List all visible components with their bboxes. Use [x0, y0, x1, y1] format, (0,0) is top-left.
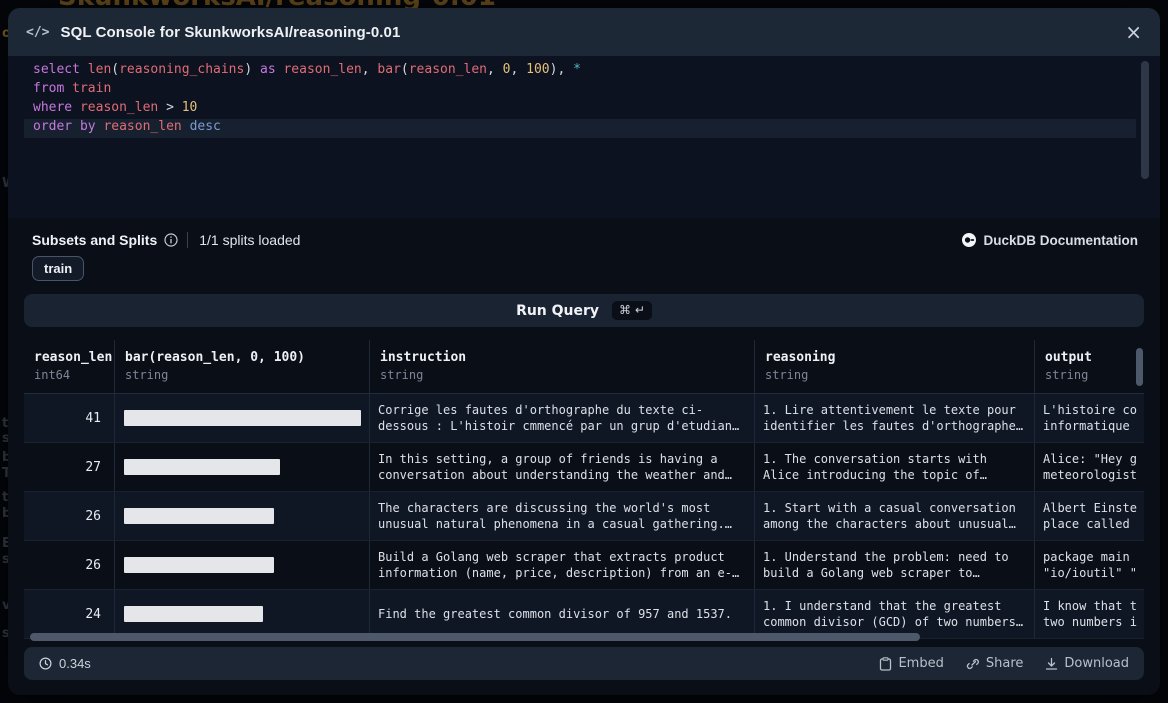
- cell-reasoning: 1. The conversation starts with Alice in…: [755, 443, 1035, 491]
- duckdb-docs-label: DuckDB Documentation: [983, 233, 1138, 248]
- subsets-row: Subsets and Splits 1/1 splits loaded Duc…: [32, 228, 1138, 252]
- cell-reasoning: 1. Start with a casual conversation amon…: [755, 492, 1035, 540]
- cell-reason-len: 26: [24, 541, 115, 589]
- duckdb-docs-link[interactable]: DuckDB Documentation: [962, 233, 1138, 248]
- cell-reason-len: 24: [24, 590, 115, 638]
- column-header-reason-len[interactable]: reason_len int64: [24, 340, 115, 393]
- bar-fill: [124, 508, 274, 524]
- cell-reasoning: 1. Lire attentivement le texte pour iden…: [755, 394, 1035, 442]
- column-header-instruction[interactable]: instruction string: [370, 340, 755, 393]
- modal-title: SQL Console for SkunkworksAI/reasoning-0…: [60, 24, 400, 41]
- cell-bar: [115, 492, 370, 540]
- cell-instruction: Corrige les fautes d'orthographe du text…: [370, 394, 755, 442]
- cell-instruction: Build a Golang web scraper that extracts…: [370, 541, 755, 589]
- cell-reason-len: 26: [24, 492, 115, 540]
- column-type: string: [380, 368, 754, 382]
- cell-instruction: The characters are discussing the world'…: [370, 492, 755, 540]
- table-row[interactable]: 26 The characters are discussing the worl…: [24, 492, 1144, 541]
- run-query-label: Run Query: [516, 303, 599, 319]
- run-shortcut-kbd: ⌘ ↵: [612, 301, 652, 320]
- column-name: instruction: [380, 350, 754, 365]
- sql-console-modal: </> SQL Console for SkunkworksAI/reasoni…: [8, 8, 1160, 695]
- sql-line-active: order by reason_len desc: [24, 119, 1136, 138]
- cell-instruction: In this setting, a group of friends is h…: [370, 443, 755, 491]
- cell-output: package main "io/ioutil" ": [1035, 541, 1144, 589]
- download-button[interactable]: Download: [1045, 656, 1129, 671]
- split-chip-train[interactable]: train: [32, 256, 84, 281]
- info-icon[interactable]: [164, 233, 178, 247]
- sql-line: from train: [24, 81, 1136, 100]
- column-header-reasoning[interactable]: reasoning string: [755, 340, 1035, 393]
- cell-bar: [115, 590, 370, 638]
- column-type: string: [125, 368, 369, 382]
- bar-fill: [124, 459, 280, 475]
- close-icon[interactable]: ×: [1125, 22, 1142, 42]
- column-name: output: [1045, 350, 1144, 365]
- column-header-output[interactable]: output string: [1035, 340, 1144, 393]
- duckdb-icon: [962, 233, 976, 247]
- bar-fill: [124, 606, 263, 622]
- embed-button[interactable]: Embed: [879, 656, 943, 671]
- cell-reasoning: 1. I understand that the greatest common…: [755, 590, 1035, 638]
- cell-reason-len: 41: [24, 394, 115, 442]
- query-duration: 0.34s: [39, 656, 91, 671]
- sql-line: select len(reasoning_chains) as reason_l…: [24, 62, 1136, 81]
- embed-icon: [879, 657, 892, 671]
- horizontal-scrollbar-thumb[interactable]: [30, 633, 920, 641]
- cell-reason-len: 27: [24, 443, 115, 491]
- clock-icon: [39, 657, 52, 670]
- divider: [187, 232, 188, 248]
- table-header-row: reason_len int64 bar(reason_len, 0, 100) st…: [24, 340, 1144, 394]
- sql-editor[interactable]: select len(reasoning_chains) as reason_l…: [8, 56, 1160, 218]
- modal-header: </> SQL Console for SkunkworksAI/reasoni…: [8, 8, 1160, 56]
- bar-fill: [124, 557, 274, 573]
- column-type: string: [765, 368, 1034, 382]
- editor-scrollbar[interactable]: [1141, 61, 1149, 179]
- run-query-button[interactable]: Run Query ⌘ ↵: [24, 294, 1144, 327]
- share-button[interactable]: Share: [966, 656, 1024, 671]
- cell-bar: [115, 541, 370, 589]
- cell-output: I know that t two numbers i: [1035, 590, 1144, 638]
- column-header-bar-reason-len-0-100-[interactable]: bar(reason_len, 0, 100) string: [115, 340, 370, 393]
- cell-bar: [115, 443, 370, 491]
- table-row[interactable]: 41 Corrige les fautes d'orthographe du te…: [24, 394, 1144, 443]
- sql-line: where reason_len > 10: [24, 100, 1136, 119]
- column-name: reasoning: [765, 350, 1034, 365]
- horizontal-scrollbar[interactable]: [24, 632, 1144, 642]
- column-name: reason_len: [34, 350, 114, 365]
- table-row[interactable]: 26 Build a Golang web scraper that extrac…: [24, 541, 1144, 590]
- column-name: bar(reason_len, 0, 100): [125, 350, 369, 365]
- cell-output: Alice: "Hey g meteorologist: [1035, 443, 1144, 491]
- share-link-icon: [966, 657, 980, 671]
- cell-instruction: Find the greatest common divisor of 957 …: [370, 590, 755, 638]
- code-icon: </>: [26, 25, 49, 40]
- subsets-title: Subsets and Splits: [32, 232, 157, 248]
- table-row[interactable]: 27 In this setting, a group of friends is…: [24, 443, 1144, 492]
- column-type: string: [1045, 368, 1144, 382]
- bar-fill: [124, 410, 361, 426]
- table-scrollbar-thumb[interactable]: [1136, 348, 1143, 386]
- column-type: int64: [34, 368, 114, 382]
- cell-output: Albert Einste place called: [1035, 492, 1144, 540]
- results-footer: 0.34s Embed Share Download: [24, 647, 1144, 680]
- download-icon: [1045, 657, 1058, 671]
- results-table: reason_len int64 bar(reason_len, 0, 100) st…: [24, 340, 1144, 642]
- query-duration-value: 0.34s: [59, 656, 91, 671]
- cell-reasoning: 1. Understand the problem: need to build…: [755, 541, 1035, 589]
- cell-bar: [115, 394, 370, 442]
- splits-loaded-text: 1/1 splits loaded: [199, 232, 300, 248]
- cell-output: L'histoire co informatique: [1035, 394, 1144, 442]
